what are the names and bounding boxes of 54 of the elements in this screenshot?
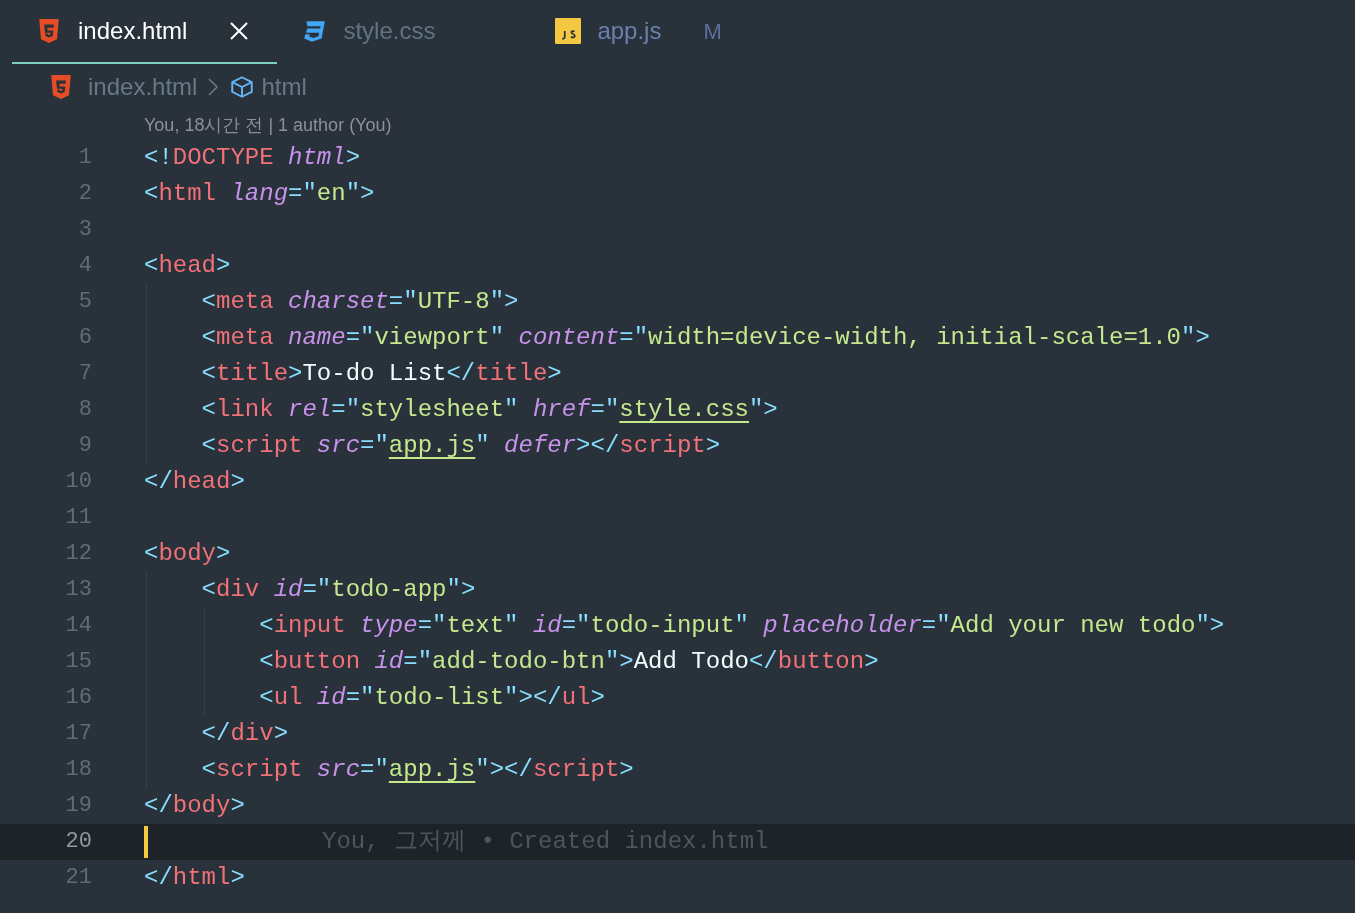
code-line: <link rel="stylesheet" href="style.css"> [200,395,778,425]
code-line: <html lang="en"> [144,179,375,209]
line-number: 16 [64,684,92,712]
code-line: <script src="app.js" defer></script> [200,431,721,461]
line-number: 8 [77,396,92,424]
close-icon[interactable] [229,21,250,41]
line-number: 20 [64,828,92,856]
editor-tab[interactable]: app.js M [531,0,750,64]
code-line: </div> [200,719,289,749]
line-number: 11 [64,504,92,532]
editor-tab[interactable]: style.css [277,0,464,64]
line-number: 18 [64,756,92,784]
line-number: 2 [77,180,92,208]
code-line: </body> [144,791,245,821]
breadcrumb-item[interactable]: index.html [88,69,198,105]
code-line: <meta charset="UTF-8"> [200,287,519,317]
code-line: <!DOCTYPE html> [144,143,361,173]
code-line: <head> [144,251,231,281]
line-number: 5 [77,288,92,316]
code-line: <button id="add-todo-btn">Add Todo</button> [258,647,879,677]
line-number: 15 [64,648,92,676]
line-number: 4 [77,252,92,280]
line-number: 19 [64,792,92,820]
text-cursor [144,826,148,858]
line-number: 1 [77,144,92,172]
line-number: 3 [77,216,92,244]
line-number: 12 [64,540,92,568]
breadcrumb-item[interactable]: html [261,69,307,105]
html5-shield-icon [48,74,74,100]
modified-indicator: M [703,17,722,46]
code-line: <body> [144,539,231,569]
blame-summary: You, 18시간 전 | 1 author (You) [143,114,393,137]
html5-shield-icon [36,18,62,44]
line-number: 13 [64,576,92,604]
line-number: 9 [77,432,92,460]
cube-icon [229,74,256,100]
code-line: <meta name="viewport" content="width=device-width, initial-scale=1.0"> [200,323,1210,353]
code-line: <input type="text" id="todo-input" placeholder="Add your new todo"> [258,611,1225,641]
line-number: 6 [77,324,92,352]
code-line: <script src="app.js"></script> [200,755,634,785]
code-line: </head> [144,467,245,497]
line-number: 17 [64,720,92,748]
chevron-right-icon [207,77,220,97]
line-number: 7 [77,360,92,388]
line-number: 21 [64,864,92,892]
editor-tab[interactable]: index.html [12,0,278,64]
line-number: 10 [64,468,92,496]
code-line: <ul id="todo-list"></ul> [258,683,605,713]
code-line: <title>To-do List</title> [200,359,562,389]
js-badge-icon [555,18,582,44]
css3-shield-icon [301,18,328,44]
line-number: 14 [64,612,92,640]
code-line: </html> [144,863,245,893]
code-line: <div id="todo-app"> [200,575,476,605]
